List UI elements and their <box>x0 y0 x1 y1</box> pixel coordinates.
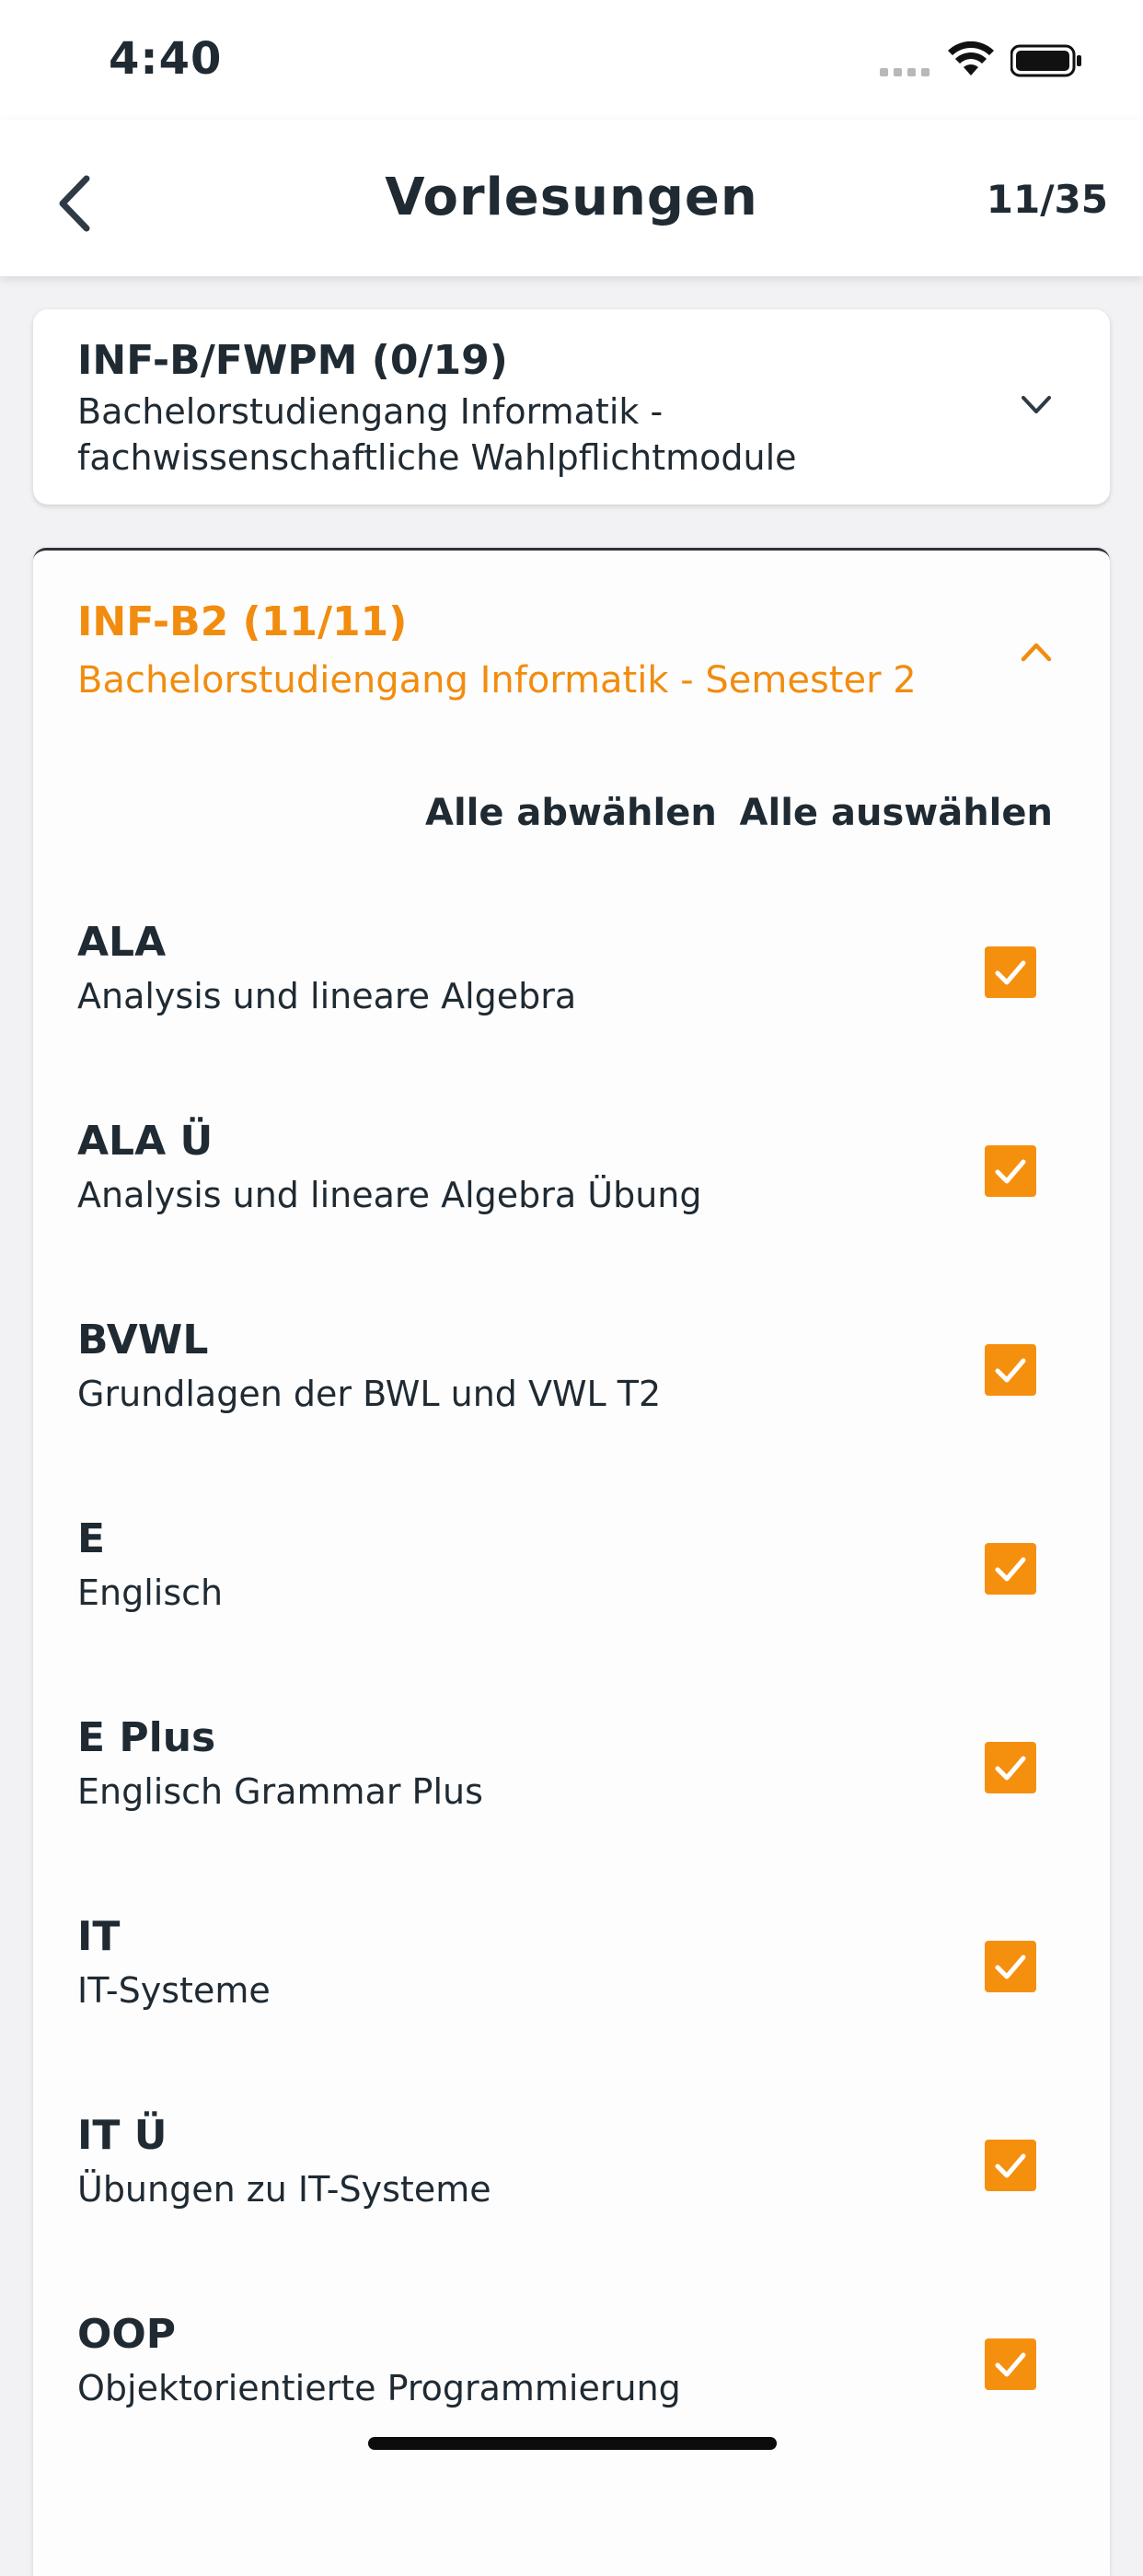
course-code: OOP <box>77 2311 177 2358</box>
group-card-fwpm[interactable]: INF-B/FWPM (0/19) Bachelorstudiengang In… <box>33 309 1110 505</box>
course-checkbox[interactable] <box>985 1344 1036 1396</box>
course-code: IT Ü <box>77 2112 167 2159</box>
page-title: Vorlesungen <box>385 168 758 227</box>
check-icon <box>995 1557 1026 1582</box>
course-name: Englisch Grammar Plus <box>77 1771 483 1812</box>
wifi-icon <box>948 41 994 75</box>
group-card-semester-2: INF-B2 (11/11) Bachelorstudiengang Infor… <box>33 548 1110 2576</box>
course-item[interactable]: E Englisch <box>33 1515 1110 1714</box>
course-item[interactable]: ALA Analysis und lineare Algebra <box>33 919 1110 1118</box>
course-code: E Plus <box>77 1714 216 1761</box>
course-checkbox[interactable] <box>985 946 1036 998</box>
course-name: Englisch <box>77 1572 224 1613</box>
check-icon <box>995 1756 1026 1781</box>
course-code: ALA Ü <box>77 1118 214 1165</box>
group-description: Bachelorstudiengang Informatik - fachwis… <box>77 391 797 478</box>
course-checkbox[interactable] <box>985 2338 1036 2390</box>
check-icon <box>995 1358 1026 1383</box>
course-code: BVWL <box>77 1317 209 1363</box>
select-all-button[interactable]: Alle auswählen <box>740 792 1053 834</box>
course-code: ALA <box>77 919 167 966</box>
course-name: Analysis und lineare Algebra Übung <box>77 1175 702 1215</box>
check-icon <box>995 2153 1026 2178</box>
course-checkbox[interactable] <box>985 1145 1036 1197</box>
navigation-bar: Vorlesungen 11/35 <box>0 120 1143 276</box>
course-item[interactable]: E Plus Englisch Grammar Plus <box>33 1714 1110 1913</box>
course-item[interactable]: IT IT-Systeme <box>33 1913 1110 2112</box>
course-checkbox[interactable] <box>985 1543 1036 1595</box>
course-checkbox[interactable] <box>985 2140 1036 2191</box>
course-name: Analysis und lineare Algebra <box>77 976 577 1016</box>
course-name: Übungen zu IT-Systeme <box>77 2169 491 2210</box>
course-checkbox[interactable] <box>985 1941 1036 1992</box>
status-bar: 4:40 <box>0 0 1143 120</box>
course-code: E <box>77 1515 106 1562</box>
deselect-all-button[interactable]: Alle abwählen <box>425 792 717 834</box>
home-indicator <box>368 2437 777 2450</box>
status-time: 4:40 <box>109 33 223 85</box>
course-name: Grundlagen der BWL und VWL T2 <box>77 1374 662 1414</box>
course-item[interactable]: BVWL Grundlagen der BWL und VWL T2 <box>33 1317 1110 1515</box>
check-icon <box>995 1955 1026 1979</box>
chevron-up-icon[interactable] <box>1018 633 1055 670</box>
check-icon <box>995 960 1026 985</box>
course-item[interactable]: IT Ü Übungen zu IT-Systeme <box>33 2112 1110 2311</box>
battery-icon <box>1010 44 1081 77</box>
check-icon <box>995 1159 1026 1184</box>
selection-count: 11/35 <box>986 177 1108 222</box>
chevron-down-icon[interactable] <box>1018 387 1055 424</box>
bulk-actions: Alle abwählen Alle auswählen <box>33 792 1110 847</box>
group-description: Bachelorstudiengang Informatik - Semeste… <box>77 659 917 702</box>
course-name: Objektorientierte Programmierung <box>77 2368 681 2408</box>
cellular-signal-icon <box>880 68 929 76</box>
course-code: IT <box>77 1913 121 1960</box>
course-item[interactable]: ALA Ü Analysis und lineare Algebra Übung <box>33 1118 1110 1317</box>
course-name: IT-Systeme <box>77 1970 271 2011</box>
course-checkbox[interactable] <box>985 1742 1036 1793</box>
course-list: ALA Analysis und lineare Algebra ALA Ü A… <box>33 919 1110 2510</box>
course-item[interactable]: OOP Objektorientierte Programmierung <box>33 2311 1110 2510</box>
group-code: INF-B2 (11/11) <box>77 598 408 645</box>
group-code: INF-B/FWPM (0/19) <box>77 337 508 384</box>
check-icon <box>995 2352 1026 2377</box>
